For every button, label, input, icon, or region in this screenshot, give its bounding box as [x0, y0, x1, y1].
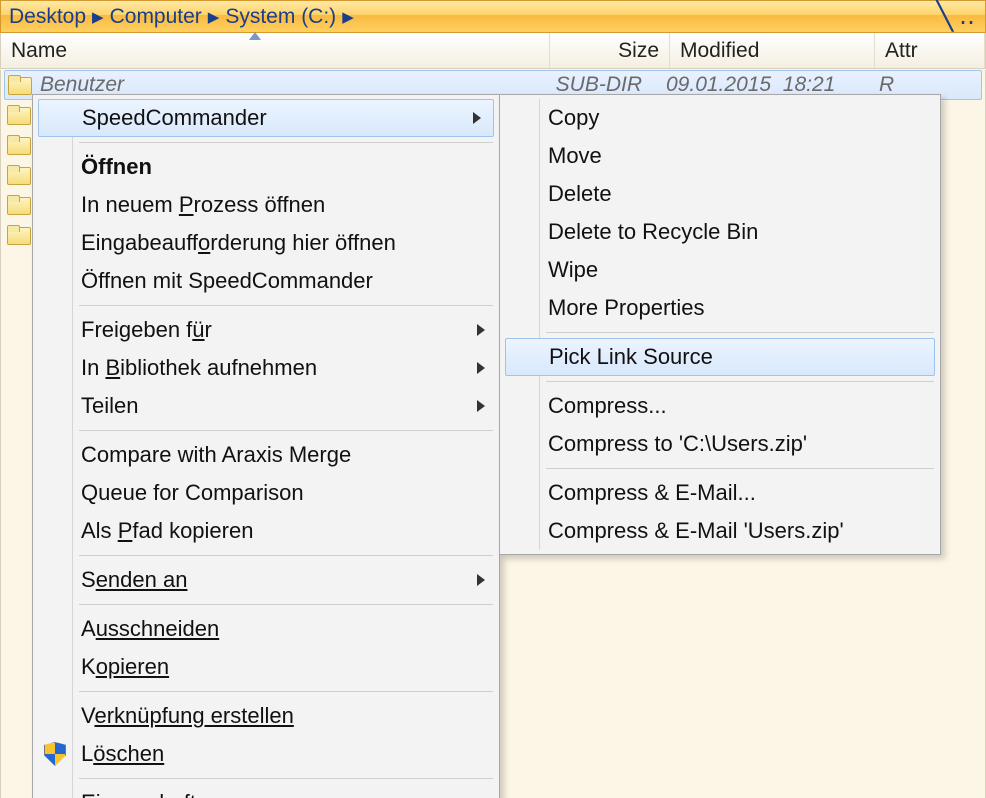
column-modified[interactable]: Modified [670, 33, 875, 68]
menu-separator [79, 555, 493, 556]
menu-item[interactable]: In Bibliothek aufnehmen [35, 349, 497, 387]
menu-item-label: Compress & E-Mail... [548, 480, 756, 506]
menu-item-label: Senden an [81, 567, 187, 593]
menu-item[interactable]: Ausschneiden [35, 610, 497, 648]
menu-item-label: Compress... [548, 393, 667, 419]
shield-icon [43, 742, 67, 766]
sort-asc-icon [249, 32, 261, 40]
overflow-icon[interactable]: ‥ [959, 2, 979, 31]
menu-item[interactable]: In neuem Prozess öffnen [35, 186, 497, 224]
menu-item-label: Delete [548, 181, 612, 207]
menu-separator [79, 604, 493, 605]
chevron-right-icon[interactable]: ▶ [204, 8, 224, 26]
menu-item[interactable]: Teilen [35, 387, 497, 425]
menu-item-label: SpeedCommander [82, 105, 267, 131]
menu-item[interactable]: Copy [502, 99, 938, 137]
folder-icon [7, 225, 31, 245]
menu-item-label: Queue for Comparison [81, 480, 304, 506]
menu-item[interactable]: Pick Link Source [505, 338, 935, 376]
menu-item-label: Copy [548, 105, 599, 131]
menu-item-label: In Bibliothek aufnehmen [81, 355, 317, 381]
menu-item[interactable]: Delete to Recycle Bin [502, 213, 938, 251]
menu-separator [79, 142, 493, 143]
menu-separator [79, 430, 493, 431]
menu-separator [79, 691, 493, 692]
menu-item-label: Eigenschaften [81, 790, 220, 798]
folder-icon [7, 165, 31, 185]
menu-item[interactable]: Senden an [35, 561, 497, 599]
menu-item-label: Pick Link Source [549, 344, 713, 370]
menu-item-label: Eingabeaufforderung hier öffnen [81, 230, 396, 256]
chevron-right-icon[interactable]: ▶ [338, 8, 358, 26]
menu-item-label: Move [548, 143, 602, 169]
menu-item[interactable]: Compress & E-Mail 'Users.zip' [502, 512, 938, 550]
menu-separator [546, 468, 934, 469]
menu-item-label: Freigeben für [81, 317, 212, 343]
menu-item-label: Verknüpfung erstellen [81, 703, 294, 729]
menu-item[interactable]: Wipe [502, 251, 938, 289]
menu-item[interactable]: Move [502, 137, 938, 175]
folder-icon [7, 135, 31, 155]
menu-item-label: Teilen [81, 393, 138, 419]
breadcrumb-crumb[interactable]: Desktop [7, 5, 88, 29]
menu-item[interactable]: Löschen [35, 735, 497, 773]
up-slash-icon[interactable]: ╲ [936, 0, 959, 32]
menu-item[interactable]: Eingabeaufforderung hier öffnen [35, 224, 497, 262]
menu-item[interactable]: Compress... [502, 387, 938, 425]
menu-separator [546, 332, 934, 333]
menu-item-label: Löschen [81, 741, 164, 767]
folder-icon [8, 75, 32, 95]
menu-separator [546, 381, 934, 382]
menu-item[interactable]: More Properties [502, 289, 938, 327]
menu-item[interactable]: Compress & E-Mail... [502, 474, 938, 512]
menu-item-label: Delete to Recycle Bin [548, 219, 758, 245]
menu-item[interactable]: Queue for Comparison [35, 474, 497, 512]
menu-item[interactable]: Verknüpfung erstellen [35, 697, 497, 735]
menu-item[interactable]: Compress to 'C:\Users.zip' [502, 425, 938, 463]
chevron-right-icon[interactable]: ▶ [88, 8, 108, 26]
menu-item[interactable]: Kopieren [35, 648, 497, 686]
menu-item-label: Ausschneiden [81, 616, 219, 642]
menu-separator [79, 778, 493, 779]
breadcrumb-crumb[interactable]: System (C:) [223, 5, 338, 29]
menu-item-label: Als Pfad kopieren [81, 518, 253, 544]
column-header: Name Size Modified Attr [0, 33, 986, 69]
menu-item-label: In neuem Prozess öffnen [81, 192, 325, 218]
menu-item[interactable]: Eigenschaften [35, 784, 497, 798]
menu-item-label: Öffnen [81, 154, 152, 180]
menu-item[interactable]: SpeedCommander [38, 99, 494, 137]
menu-item-label: More Properties [548, 295, 705, 321]
breadcrumb-crumb[interactable]: Computer [108, 5, 204, 29]
menu-item[interactable]: Als Pfad kopieren [35, 512, 497, 550]
column-size[interactable]: Size [550, 33, 670, 68]
column-name[interactable]: Name [1, 33, 550, 68]
menu-item-label: Compare with Araxis Merge [81, 442, 351, 468]
column-attr[interactable]: Attr [875, 33, 985, 68]
menu-item[interactable]: Öffnen [35, 148, 497, 186]
folder-icon [7, 195, 31, 215]
context-submenu: Copy Move Delete Delete to Recycle Bin Wipe M… [499, 94, 941, 555]
menu-item-label: Öffnen mit SpeedCommander [81, 268, 373, 294]
menu-item[interactable]: Freigeben für [35, 311, 497, 349]
menu-item-label: Compress & E-Mail 'Users.zip' [548, 518, 844, 544]
menu-separator [79, 305, 493, 306]
breadcrumb-bar: Desktop ▶ Computer ▶ System (C:) ▶ ╲ ‥ [0, 0, 986, 33]
folder-icon [7, 105, 31, 125]
context-menu: SpeedCommander Öffnen In neuem Prozess öff… [32, 94, 500, 798]
menu-item-label: Compress to 'C:\Users.zip' [548, 431, 807, 457]
menu-item[interactable]: Delete [502, 175, 938, 213]
menu-item[interactable]: Compare with Araxis Merge [35, 436, 497, 474]
menu-item-label: Kopieren [81, 654, 169, 680]
menu-item[interactable]: Öffnen mit SpeedCommander [35, 262, 497, 300]
menu-item-label: Wipe [548, 257, 598, 283]
